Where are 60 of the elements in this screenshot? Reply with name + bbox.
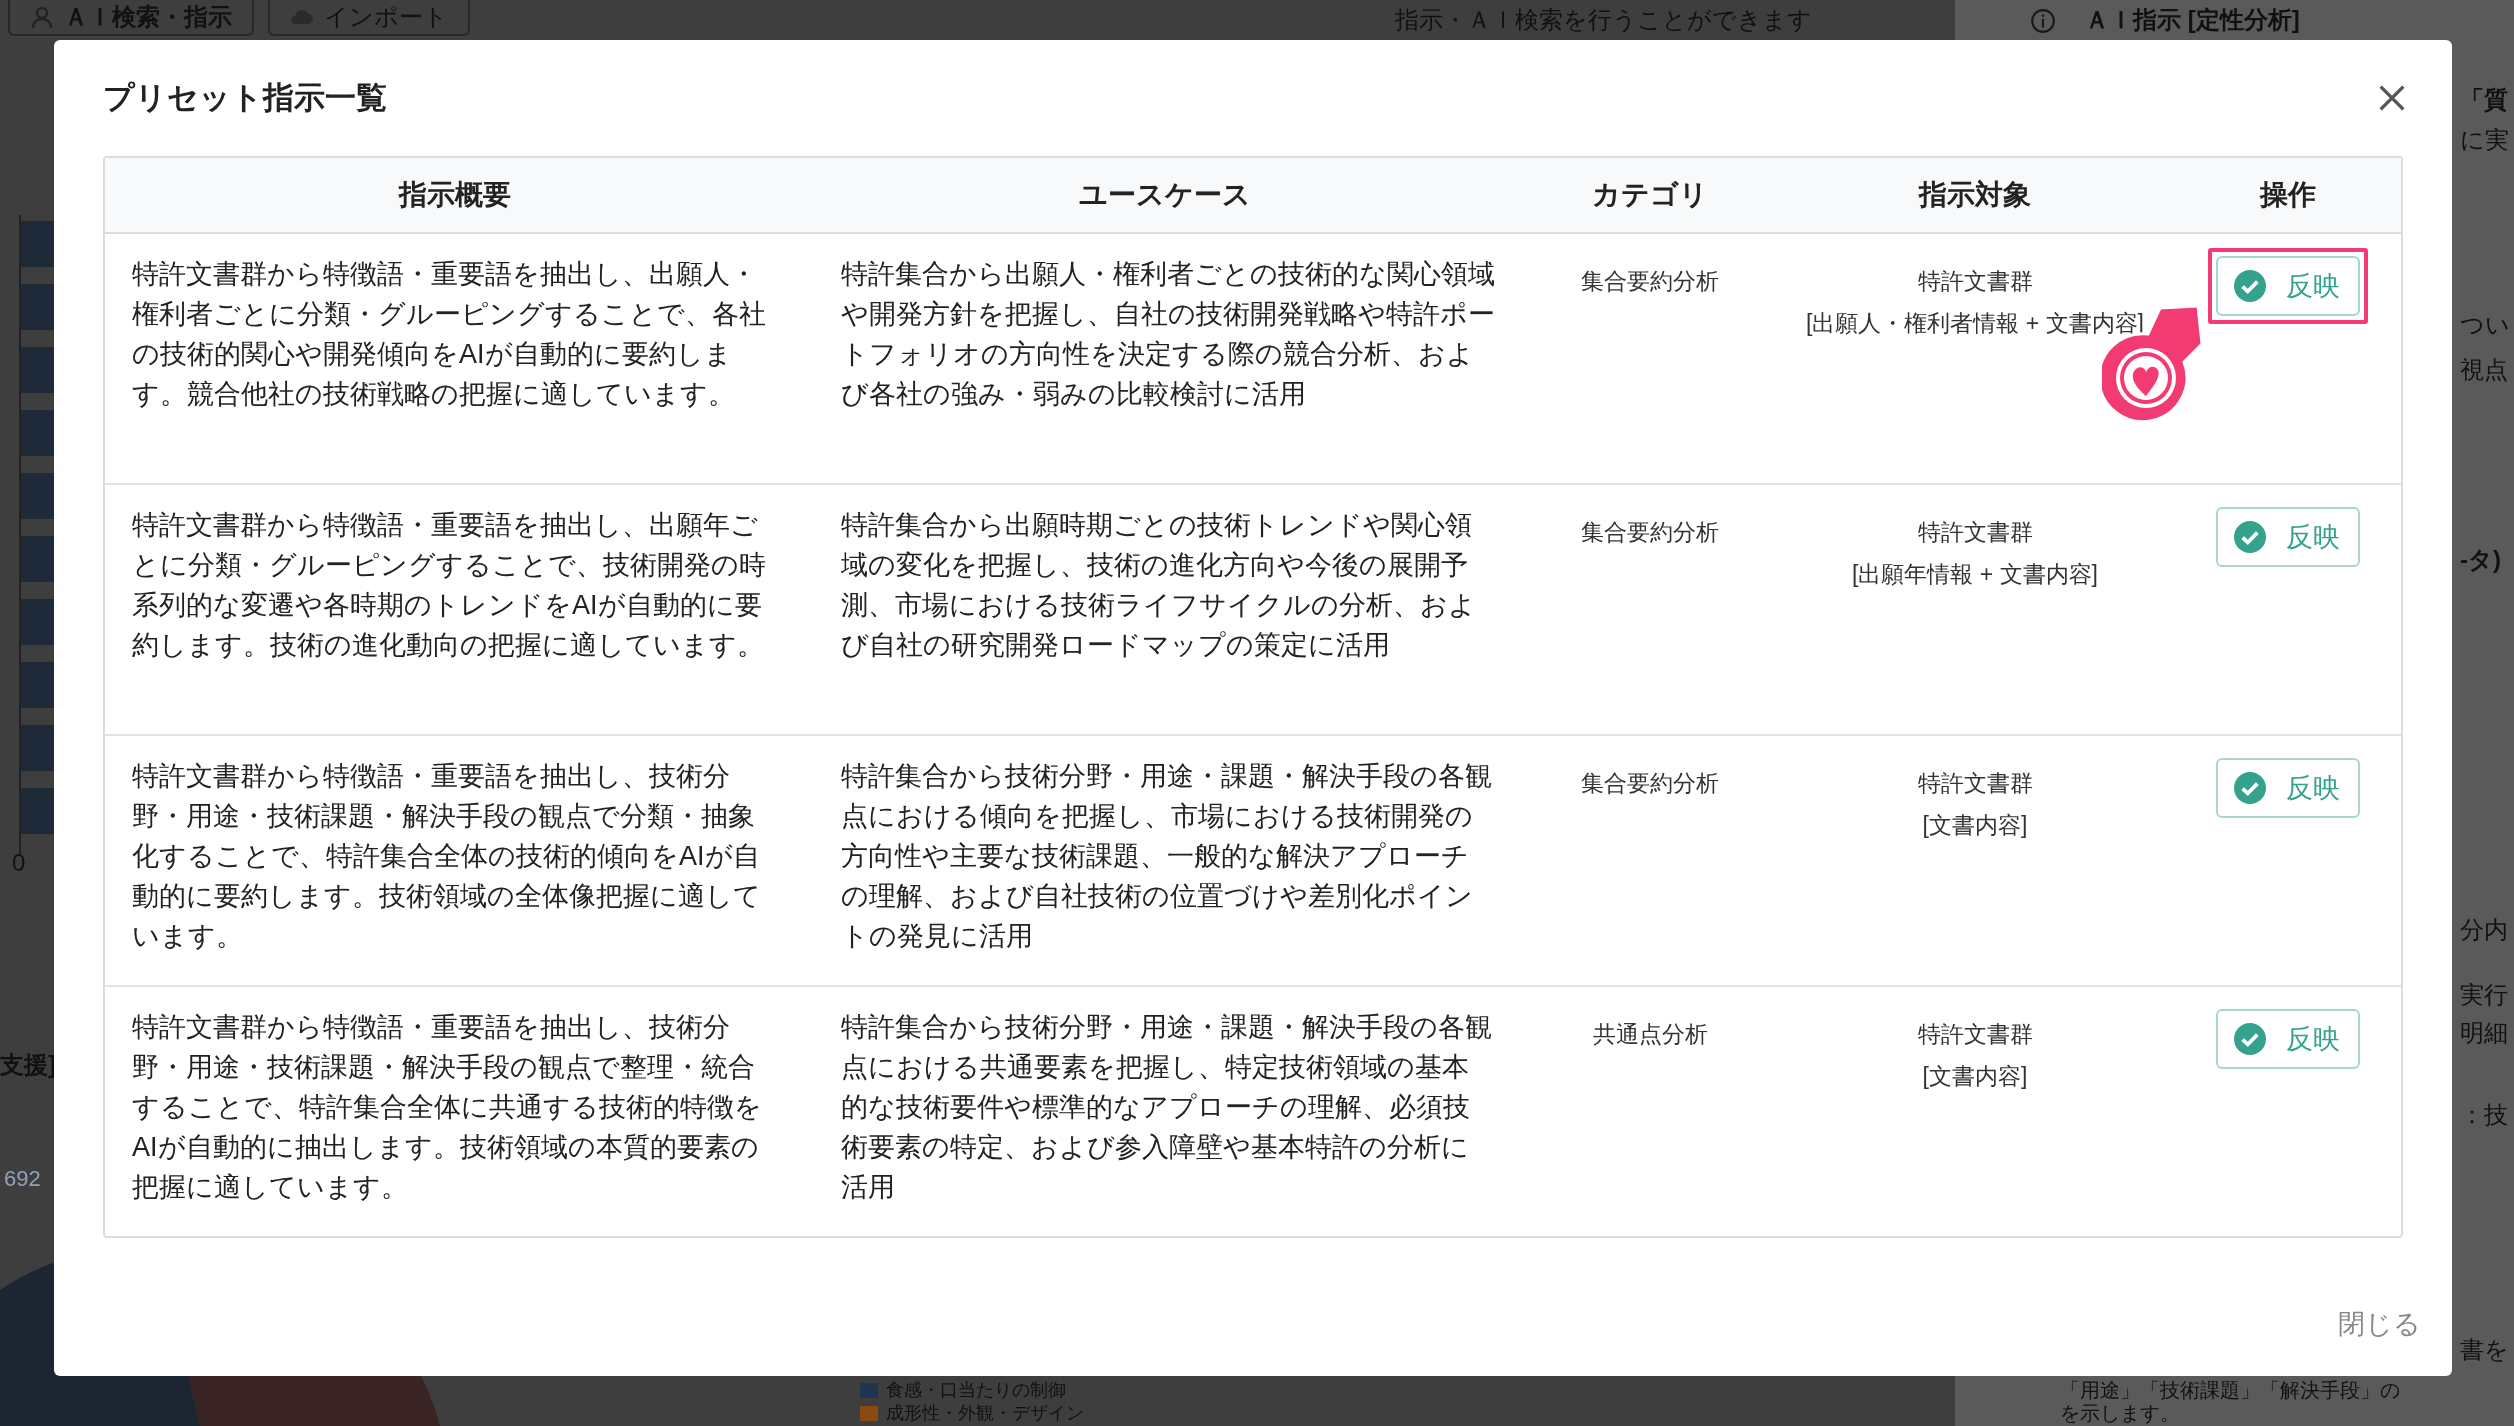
panel-text: -タ) [2460, 545, 2501, 575]
panel-text: を示します。 [2060, 1402, 2180, 1424]
chart-bar [21, 284, 54, 330]
close-button[interactable]: 閉じる [2338, 1306, 2421, 1342]
panel-text: 視点 [2460, 355, 2508, 385]
apply-button[interactable]: 反映 [2216, 1009, 2360, 1069]
dialog-title: プリセット指示一覧 [103, 79, 387, 117]
panel-text: 「質 [2460, 85, 2508, 115]
chart-bar [21, 473, 54, 519]
table-cell-text: 特許文書群 [1917, 518, 2033, 547]
chart-bar [21, 788, 54, 834]
table-cell-text: 共通点分析 [1592, 1020, 1708, 1049]
chart-bar [21, 662, 54, 708]
table-cell-text: 集合要約分析 [1581, 267, 1719, 296]
panel-text: 書を [2460, 1335, 2509, 1365]
panel-text: 「用途」「技術課題」「解決手段」の [2060, 1379, 2400, 1401]
stat-value: 692 [4, 1165, 41, 1193]
chart-bar [21, 536, 54, 582]
check-icon [2234, 270, 2266, 302]
panel-text: ：技 [2460, 1100, 2508, 1130]
table-cell-text: 集合要約分析 [1581, 518, 1719, 547]
check-icon [2234, 1023, 2266, 1055]
table-cell-text: 特許集合から技術分野・用途・課題・解決手段の各観点における傾向を把握し、市場における技術開発の方向性や主要な技術課題、一般的な解決アプローチの理解、および自社技術の位置づけや差別化ポイントの発見に活用 [840, 760, 1493, 953]
column-header: 指示概要 [397, 178, 512, 212]
apply-button[interactable]: 反映 [2216, 256, 2360, 316]
table-cell-text: 特許集合から技術分野・用途・課題・解決手段の各観点における共通要素を把握し、特定技術領域の基本的な技術要件や標準的なアプローチの理解、必須技術要素の特定、および参入障壁や基本特許の分析に活用 [840, 1011, 1493, 1204]
panel-text: つい [2460, 310, 2510, 340]
column-header: ユースケース [1078, 178, 1252, 212]
table-cell-text: 特許集合から出願時期ごとの技術トレンドや関心領域の変化を把握し、技術の進化方向や今後の展開予測、市場における技術ライフサイクルの分析、および自社の研究開発ロードマップの策定に活用 [840, 509, 1477, 662]
table-cell-text: 特許文書群 [1917, 1020, 2033, 1049]
panel-text: に実 [2460, 125, 2509, 155]
panel-text: 明細 [2460, 1018, 2508, 1048]
info-icon [2030, 8, 2056, 34]
table-cell-text: 特許文書群 [1917, 267, 2033, 296]
panel-title: ＡＩ指示 [定性分析] [2085, 5, 2300, 35]
table-cell-text: 集合要約分析 [1581, 769, 1719, 798]
person-icon [30, 5, 54, 29]
table-cell-text: 特許文書群から特徴語・重要語を抽出し、出願人・権利者ごとに分類・グルーピングすることで、各社の技術的関心や開発傾向をAIが自動的に要約します。競合他社の技術戦略の把握に適しています。 [131, 258, 767, 411]
table-cell-text: 特許文書群 [1917, 769, 2033, 798]
column-header: 指示対象 [1917, 178, 2032, 212]
apply-button[interactable]: 反映 [2216, 758, 2360, 818]
table-cell-text: 特許文書群から特徴語・重要語を抽出し、出願年ごとに分類・グルーピングすることで、技術開発の時系列的な変遷や各時期のトレンドをAIが自動的に要約します。技術の進化動向の把握に適しています。 [131, 509, 767, 662]
chart-bar [21, 410, 54, 456]
chart-bar [21, 599, 54, 645]
chart-bar [21, 347, 54, 393]
chart-bar [21, 221, 54, 267]
check-icon [2234, 772, 2266, 804]
table-cell-text: [文書内容] [1922, 811, 2028, 840]
table-cell-text: 特許集合から出願人・権利者ごとの技術的な関心領域や開発方針を把握し、自社の技術開発戦略や特許ポートフォリオの方向性を決定する際の競合分析、および各社の強み・弱みの比較検討に活用 [840, 258, 1496, 411]
chart-bar [21, 725, 54, 771]
table-cell-text: [文書内容] [1922, 1062, 2028, 1091]
panel-text: 分内 [2460, 915, 2508, 945]
apply-button[interactable]: 反映 [2216, 507, 2360, 567]
column-header: 操作 [2258, 178, 2317, 212]
panel-text: 実行 [2460, 980, 2508, 1010]
table-cell-text: [出願年情報 + 文書内容] [1852, 560, 2098, 589]
table-cell-text: 特許文書群から特徴語・重要語を抽出し、技術分野・用途・技術課題・解決手段の観点で分類・抽象化することで、特許集合全体の技術的傾向をAIが自動的に要約します。技術領域の全体像把握に適しています。 [131, 760, 762, 953]
column-header: カテゴリ [1591, 178, 1709, 212]
check-icon [2234, 521, 2266, 553]
table-cell-text: 特許文書群から特徴語・重要語を抽出し、技術分野・用途・技術課題・解決手段の観点で整理・統合することで、特許集合全体に共通する技術的特徴をAIが自動的に抽出します。技術領域の本質的要素の把握に適しています。 [131, 1011, 763, 1204]
